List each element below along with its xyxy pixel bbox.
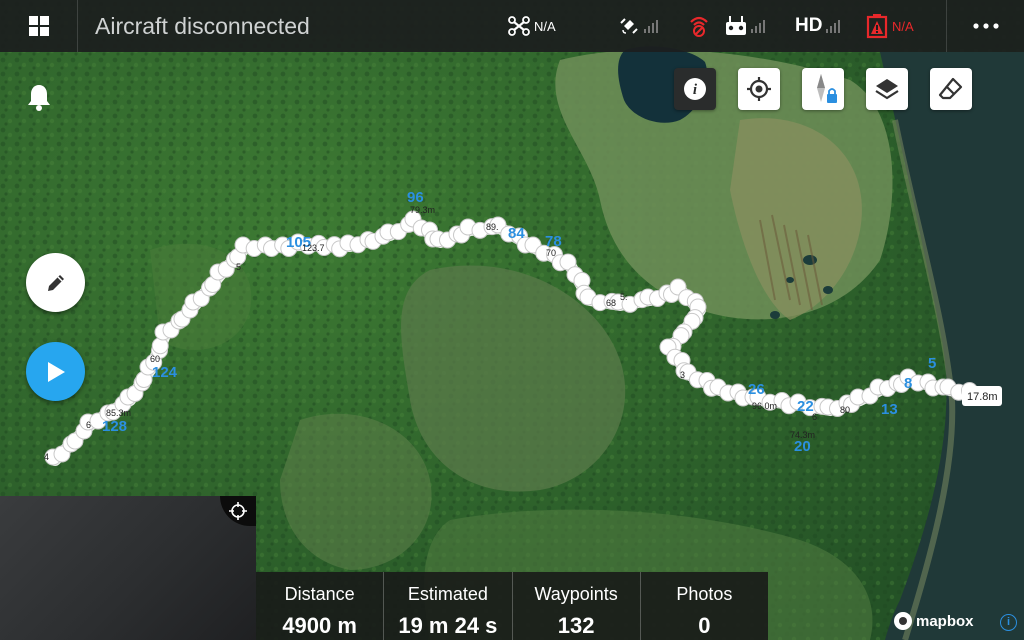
controller-signal-bars — [751, 19, 765, 33]
controller-status[interactable] — [725, 0, 765, 52]
altitude-label: 4 — [44, 452, 49, 462]
waypoint-label[interactable]: 5 — [928, 355, 936, 372]
gps-signal-bars — [644, 19, 658, 33]
drone-icon — [508, 16, 530, 36]
hd-label: HD — [795, 15, 823, 36]
stat-value: 0 — [698, 613, 711, 638]
grid-menu-icon — [28, 16, 49, 36]
aircraft-status[interactable]: N/A — [508, 0, 556, 52]
photos-stat: Photos 0 — [640, 572, 768, 640]
stat-label: Distance — [284, 584, 355, 604]
waypoint-label[interactable]: 84 — [508, 225, 525, 242]
battery-status-value: N/A — [892, 18, 914, 34]
video-link-status[interactable]: HD — [795, 0, 841, 52]
altitude-label: 70 — [546, 248, 556, 258]
compass-lock-button[interactable] — [802, 68, 844, 110]
battery-warning-icon — [866, 14, 888, 39]
aircraft-status-value: N/A — [534, 18, 556, 34]
altitude-label: 123.7 — [302, 243, 325, 253]
altitude-label: 80 — [840, 405, 850, 415]
altitude-label: 6 — [812, 412, 817, 422]
stat-label: Photos — [676, 584, 733, 604]
flight-planner-screen: 96 105 84 78 124 128 26 22 20 13 5 8 79.… — [0, 0, 1024, 640]
waypoint-label[interactable]: 26 — [748, 381, 765, 398]
layers-button[interactable] — [866, 68, 908, 110]
bell-icon — [28, 85, 50, 111]
rc-signal-status[interactable] — [688, 0, 710, 52]
grid-menu-button[interactable] — [0, 0, 78, 52]
status-bar: Aircraft disconnected N/A HD N/A — [0, 0, 1024, 52]
controller-icon — [726, 16, 746, 35]
altitude-label: 5: — [620, 292, 628, 302]
gps-status[interactable] — [620, 0, 658, 52]
start-altitude-label[interactable]: 17.8m — [967, 391, 998, 403]
stat-label: Estimated — [407, 584, 488, 604]
waypoint-marker[interactable] — [151, 337, 169, 355]
altitude-label: 68 — [606, 298, 616, 308]
altitude-label: 89. — [486, 222, 499, 232]
connection-status-title: Aircraft disconnected — [95, 13, 310, 39]
crosshair-icon — [229, 502, 247, 520]
stat-value: 132 — [557, 613, 595, 638]
fullscreen-toggle[interactable] — [220, 496, 256, 526]
altitude-label: 5 — [236, 262, 241, 272]
waypoints-stat: Waypoints 132 — [512, 572, 641, 640]
play-icon — [47, 361, 65, 382]
eraser-icon — [938, 77, 963, 100]
notifications-button[interactable] — [24, 82, 54, 112]
pencil-icon — [47, 274, 64, 291]
stat-value: 19 m 24 s — [398, 613, 498, 638]
edit-route-button[interactable] — [26, 253, 85, 312]
compass-lock-icon — [817, 74, 837, 103]
attribution-info-button[interactable]: i — [1000, 614, 1017, 631]
stat-label: Waypoints — [534, 584, 618, 604]
altitude-label: 96.0m — [752, 401, 777, 411]
waypoint-label[interactable]: 8 — [904, 375, 912, 392]
distance-stat: Distance 4900 m — [256, 572, 385, 640]
mapbox-brand: mapbox — [916, 612, 974, 630]
mission-stats-panel: Distance 4900 m Estimated 19 m 24 s Wayp… — [256, 572, 768, 640]
altitude-label: 74.3m — [790, 430, 815, 440]
altitude-label: 6 — [86, 420, 91, 430]
more-button[interactable] — [946, 0, 1024, 52]
more-icon — [972, 23, 999, 29]
eraser-button[interactable] — [930, 68, 972, 110]
waypoint-label[interactable]: 96 — [407, 189, 424, 206]
altitude-label: 60 — [150, 354, 160, 364]
altitude-label: 3 — [680, 370, 685, 380]
waypoint-label[interactable]: 20 — [794, 438, 811, 455]
stat-value: 4900 m — [282, 613, 357, 638]
layers-icon — [875, 79, 899, 100]
rc-signal-icon — [690, 16, 708, 37]
waypoint-label[interactable]: 124 — [152, 364, 178, 381]
waypoint-label[interactable]: 13 — [881, 401, 898, 418]
start-mission-button[interactable] — [26, 342, 85, 401]
mapbox-attribution[interactable]: mapbox — [894, 612, 974, 630]
battery-status[interactable]: N/A — [866, 0, 914, 52]
estimated-time-stat: Estimated 19 m 24 s — [384, 572, 513, 640]
waypoint-label[interactable]: 128 — [102, 418, 127, 435]
altitude-label: 85.3m — [106, 408, 131, 418]
altitude-label: 79.3m — [410, 205, 435, 215]
satellite-icon — [620, 18, 638, 34]
info-button[interactable]: i — [674, 68, 716, 110]
camera-preview[interactable] — [0, 496, 256, 640]
mapbox-logo-icon — [894, 612, 912, 630]
locate-button[interactable] — [738, 68, 780, 110]
info-icon: i — [684, 78, 706, 100]
video-signal-bars — [826, 19, 841, 33]
locate-icon — [747, 77, 771, 101]
